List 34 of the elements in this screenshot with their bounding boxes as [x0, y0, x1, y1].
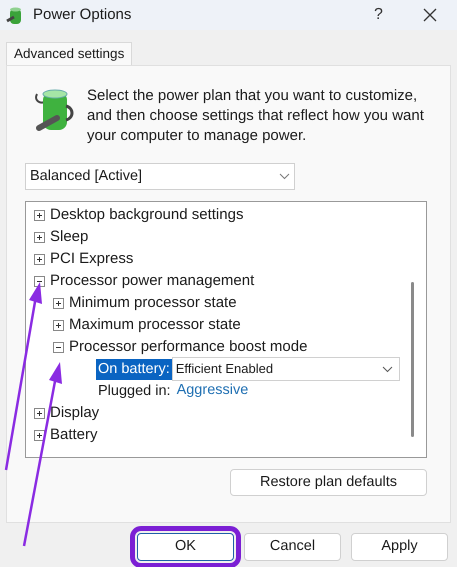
dialog-button[interactable]: Cancel	[244, 533, 341, 561]
expand-icon[interactable]	[53, 298, 64, 308]
expand-icon[interactable]	[53, 320, 64, 330]
tree-item[interactable]: Processor power management	[50, 270, 254, 292]
expand-icon[interactable]	[34, 254, 45, 264]
intro-text: Select the power plan that you want to customize, and then choose settings that reflect how you want your computer to manage power.	[87, 86, 425, 146]
collapse-icon[interactable]	[34, 276, 45, 286]
tree-item[interactable]: Battery	[50, 424, 98, 446]
tree-item[interactable]: Display	[50, 402, 100, 424]
help-button[interactable]: ?	[356, 1, 401, 29]
collapse-icon[interactable]	[53, 342, 64, 352]
expand-icon[interactable]	[34, 430, 45, 440]
tab[interactable]: Advanced settings	[6, 42, 132, 65]
setting-label: On battery:	[96, 358, 172, 380]
tree-item[interactable]: Minimum processor state	[69, 292, 237, 314]
tree-item[interactable]: PCI Express	[50, 248, 134, 270]
restore-defaults-button[interactable]: Restore plan defaults	[230, 469, 427, 496]
expand-icon[interactable]	[34, 232, 45, 242]
expand-icon[interactable]	[34, 408, 45, 418]
scrollbar[interactable]	[411, 282, 414, 437]
tree-item[interactable]: Maximum processor state	[69, 314, 241, 336]
tree-item[interactable]: Desktop background settings	[50, 204, 244, 226]
window-title: Power Options	[33, 4, 132, 25]
dialog-button[interactable]: Apply	[351, 533, 448, 561]
setting-link[interactable]: Aggressive	[176, 380, 248, 402]
tree-item[interactable]: Sleep	[50, 226, 88, 248]
setting-label: Plugged in:	[97, 382, 172, 400]
chevron-down-icon	[279, 173, 290, 180]
close-icon	[422, 8, 436, 22]
plan-dropdown[interactable]: Balanced [Active]	[25, 163, 295, 190]
tree-item[interactable]: Processor performance boost mode	[69, 336, 308, 358]
setting-dropdown[interactable]: Efficient Enabled	[172, 357, 400, 381]
chevron-down-icon	[382, 366, 393, 372]
expand-icon[interactable]	[34, 210, 45, 220]
